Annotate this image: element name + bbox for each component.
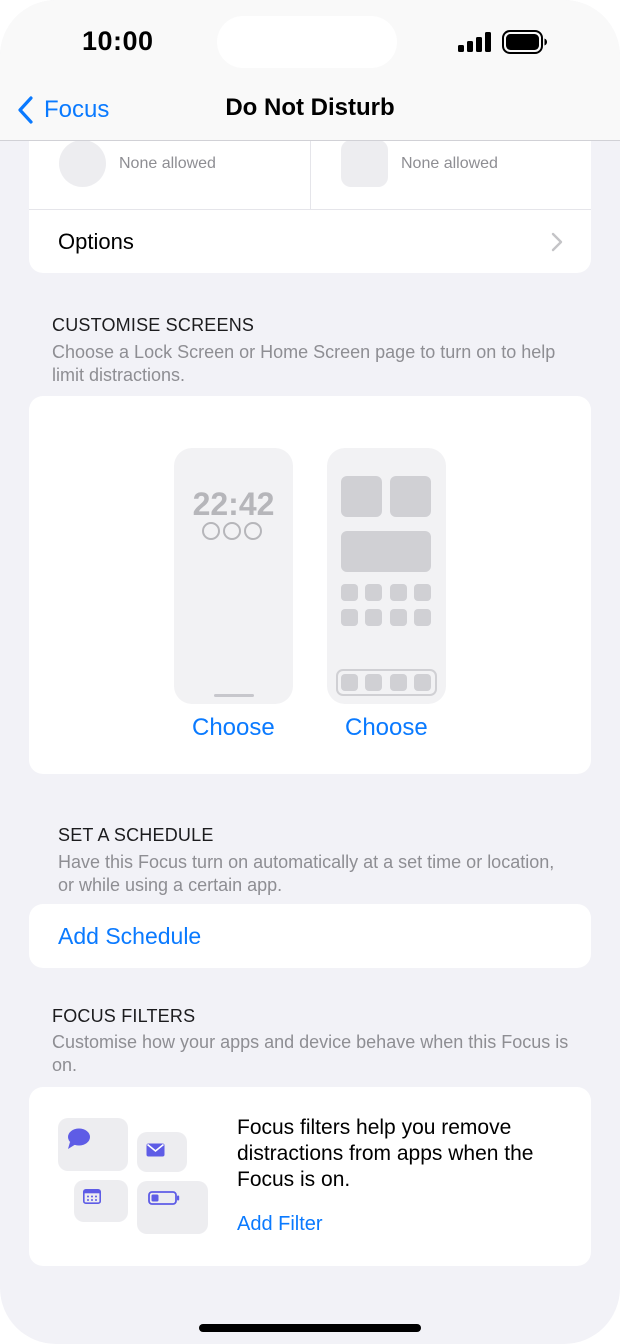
battery-icon	[148, 1191, 180, 1205]
person-avatar-placeholder	[59, 140, 106, 187]
options-label: Options	[58, 229, 134, 254]
customise-screens-heading: CUSTOMISE SCREENS	[52, 315, 255, 335]
message-icon	[68, 1128, 90, 1149]
app-icon	[365, 584, 382, 601]
choose-lock-screen-button[interactable]: Choose	[192, 714, 275, 742]
add-filter-button[interactable]: Add Filter	[237, 1213, 323, 1236]
app-icon	[414, 584, 431, 601]
dock-app-icon	[341, 674, 358, 691]
battery-icon	[502, 30, 547, 54]
focus-filters-heading: FOCUS FILTERS	[52, 1006, 196, 1026]
customise-screens-description: Choose a Lock Screen or Home Screen page…	[52, 342, 556, 385]
page-title: Do Not Disturb	[225, 94, 395, 121]
widget-small	[390, 476, 431, 517]
lock-screen-preview[interactable]: 22:42	[174, 448, 293, 704]
calendar-icon	[83, 1189, 101, 1204]
dynamic-island	[217, 16, 397, 68]
schedule-card: Add Schedule	[29, 904, 591, 968]
app-icon	[414, 609, 431, 626]
filter-tile-messages	[58, 1118, 128, 1171]
filter-tile-battery	[137, 1181, 208, 1234]
dock-app-icon	[365, 674, 382, 691]
app-icon-placeholder	[341, 140, 388, 187]
widget-circle	[223, 522, 241, 540]
dock	[336, 669, 437, 696]
options-row[interactable]: Options	[29, 209, 591, 273]
choose-home-screen-button[interactable]: Choose	[345, 714, 428, 742]
app-icon	[365, 609, 382, 626]
lock-screen-time: 22:42	[192, 486, 275, 522]
lock-screen-widgets	[202, 522, 262, 540]
add-schedule-button[interactable]: Add Schedule	[58, 923, 201, 950]
schedule-heading: SET A SCHEDULE	[58, 825, 214, 845]
chevron-right-icon	[551, 232, 563, 252]
allowed-apps-status: None allowed	[401, 155, 498, 172]
allowed-people-status: None allowed	[119, 155, 216, 172]
app-icon	[390, 584, 407, 601]
schedule-description: Have this Focus turn on automatically at…	[58, 852, 555, 895]
cellular-signal-icon	[458, 32, 491, 52]
lock-screen-home-bar	[214, 694, 254, 697]
status-time: 10:00	[82, 26, 154, 56]
filter-tile-calendar	[74, 1180, 128, 1222]
home-screen-preview[interactable]	[327, 448, 446, 704]
app-icon	[341, 584, 358, 601]
app-icon	[341, 609, 358, 626]
phone-screen: 10:00 Focus Do Not Disturb None allowed	[0, 0, 620, 1344]
focus-filters-body: Focus filters help you remove distractio…	[237, 1116, 534, 1191]
customise-screens-card: 22:42 Choose Choose	[29, 396, 591, 774]
focus-filters-card: Focus filters help you remove distractio…	[29, 1087, 591, 1266]
filter-tile-mail	[137, 1132, 187, 1172]
app-icon	[390, 609, 407, 626]
navigation-bar: 10:00 Focus Do Not Disturb	[0, 0, 620, 141]
dock-app-icon	[414, 674, 431, 691]
widget-circle	[202, 522, 220, 540]
mail-icon	[146, 1143, 165, 1157]
focus-filters-description: Customise how your apps and device behav…	[52, 1032, 569, 1075]
home-indicator[interactable]	[199, 1324, 421, 1332]
widget-circle	[244, 522, 262, 540]
widget-wide	[341, 531, 431, 572]
dock-app-icon	[390, 674, 407, 691]
allowed-notifications-card: None allowed None allowed Options	[29, 120, 591, 273]
widget-small	[341, 476, 382, 517]
